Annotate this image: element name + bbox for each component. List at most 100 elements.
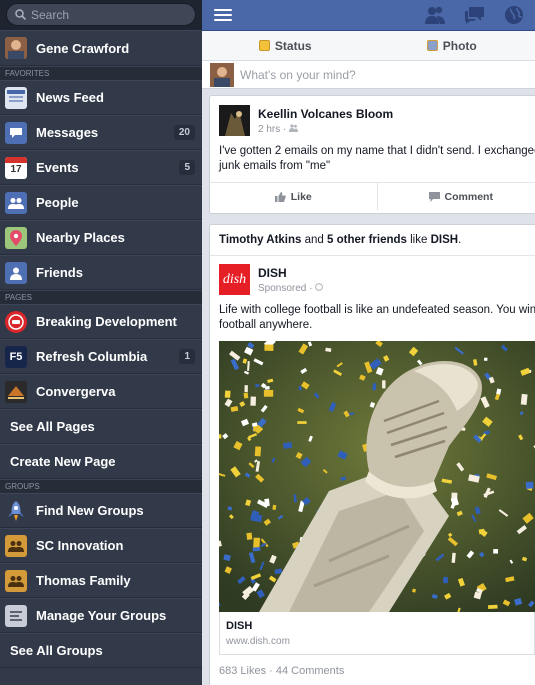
news-feed-icon — [5, 86, 27, 109]
post-photo[interactable] — [219, 341, 535, 612]
avatar — [5, 37, 27, 59]
menu-icon[interactable] — [214, 9, 232, 22]
friend-requests-icon[interactable] — [424, 5, 446, 25]
post-text: I've gotten 2 emails on my name that I d… — [219, 145, 535, 172]
see-all-pages-link[interactable]: See All Pages — [0, 409, 202, 444]
sidebar-item-label: Nearby Places — [36, 230, 125, 245]
map-pin-icon — [5, 226, 27, 249]
pages-header: PAGES — [0, 290, 202, 304]
post-author[interactable]: DISH — [258, 266, 323, 280]
confetti-sneaker-photo — [219, 341, 535, 612]
sidebar-item-people[interactable]: People — [0, 185, 202, 220]
dish-logo[interactable]: dish — [219, 264, 250, 295]
sidebar-item-label: Friends — [36, 265, 83, 280]
group-icon — [5, 534, 27, 557]
link-title: DISH — [226, 620, 253, 632]
composer-placeholder: What's on your mind? — [240, 67, 356, 82]
sidebar: Search Gene Crawford FAVORITES News Feed… — [0, 0, 202, 685]
refresh-columbia-logo: F5 — [5, 345, 27, 368]
sidebar-item-label: Events — [36, 160, 79, 175]
sidebar-item-label: See All Groups — [10, 643, 103, 658]
post-header: dish DISH Sponsored · — [210, 256, 535, 295]
post-timestamp: 2 hrs · — [258, 124, 393, 135]
link-url: www.dish.com — [226, 636, 290, 647]
groups-header: GROUPS — [0, 479, 202, 493]
friend-name-link[interactable]: Timothy Atkins — [219, 234, 301, 246]
profile-item[interactable]: Gene Crawford — [0, 30, 202, 66]
composer-tabs: Status Photo — [202, 31, 535, 61]
sidebar-item-nearby-places[interactable]: Nearby Places — [0, 220, 202, 255]
sidebar-item-label: SC Innovation — [36, 538, 124, 553]
sidebar-item-label: News Feed — [36, 90, 104, 105]
tab-status-label: Status — [274, 38, 312, 53]
tab-photo-label: Photo — [442, 38, 477, 53]
link-preview[interactable]: DISH www.dish.com — [219, 612, 535, 655]
sidebar-item-sc-innovation[interactable]: SC Innovation — [0, 528, 202, 563]
sponsored-label: Sponsored · — [258, 283, 324, 294]
post-card: Timothy Atkins and 5 other friends like … — [209, 224, 535, 685]
other-friends-link[interactable]: 5 other friends — [327, 234, 407, 246]
sidebar-item-friends[interactable]: Friends — [0, 255, 202, 290]
sidebar-item-breaking-development[interactable]: Breaking Development — [0, 304, 202, 339]
like-button[interactable]: Like — [210, 183, 378, 210]
post-author[interactable]: Keellin Volcanes Bloom — [258, 107, 393, 121]
breaking-development-logo — [5, 310, 27, 333]
messages-badge: 20 — [173, 125, 195, 140]
people-icon — [5, 191, 27, 214]
thumbs-up-icon — [274, 191, 286, 202]
comment-icon — [428, 191, 440, 202]
search-icon — [15, 9, 26, 20]
sidebar-item-convergerva[interactable]: Convergerva — [0, 374, 202, 409]
photo-icon — [426, 40, 438, 51]
sidebar-item-label: Manage Your Groups — [36, 608, 167, 623]
messages-icon — [5, 121, 27, 144]
group-icon — [5, 569, 27, 592]
post-header: Keellin Volcanes Bloom 2 hrs · — [210, 96, 535, 136]
sidebar-item-label: Refresh Columbia — [36, 349, 148, 364]
news-feed: Status Photo What's on your mind? Keelli… — [202, 31, 535, 685]
sidebar-item-manage-groups[interactable]: Manage Your Groups — [0, 598, 202, 633]
sidebar-item-events[interactable]: 17 Events 5 — [0, 150, 202, 185]
avatar — [210, 62, 234, 87]
messages-icon[interactable] — [464, 5, 486, 25]
page-link[interactable]: DISH — [431, 234, 458, 246]
calendar-icon: 17 — [5, 156, 27, 179]
author-avatar[interactable] — [219, 105, 250, 136]
sidebar-item-news-feed[interactable]: News Feed — [0, 80, 202, 115]
friends-audience-icon — [289, 124, 299, 132]
convergerva-logo — [5, 380, 27, 403]
manage-groups-icon — [5, 604, 27, 627]
sidebar-item-label: Messages — [36, 125, 99, 140]
post-actions: Like Comment — [210, 182, 535, 210]
sidebar-item-thomas-family[interactable]: Thomas Family — [0, 563, 202, 598]
friends-icon — [5, 261, 27, 284]
search-placeholder: Search — [31, 7, 70, 22]
tab-photo[interactable]: Photo — [369, 31, 535, 60]
see-all-groups-link[interactable]: See All Groups — [0, 633, 202, 668]
sidebar-item-label: Find New Groups — [36, 503, 144, 518]
sidebar-item-label: See All Pages — [10, 419, 95, 434]
notifications-globe-icon[interactable] — [504, 5, 524, 25]
post-card: Keellin Volcanes Bloom 2 hrs · I've gott… — [209, 95, 535, 214]
post-stats[interactable]: 683 Likes · 44 Comments — [210, 655, 535, 685]
calendar-date: 17 — [10, 163, 22, 175]
rocket-icon — [5, 500, 27, 522]
comment-button[interactable]: Comment — [378, 183, 535, 210]
events-badge: 5 — [179, 160, 195, 175]
search-bar: Search — [0, 0, 202, 30]
post-text: Life with college football is like an un… — [219, 304, 535, 331]
social-context: Timothy Atkins and 5 other friends like … — [210, 225, 535, 256]
sidebar-item-refresh-columbia[interactable]: F5 Refresh Columbia 1 — [0, 339, 202, 374]
sidebar-item-label: Thomas Family — [36, 573, 131, 588]
sidebar-item-label: People — [36, 195, 79, 210]
create-new-page-link[interactable]: Create New Page — [0, 444, 202, 479]
sidebar-item-messages[interactable]: Messages 20 — [0, 115, 202, 150]
search-input[interactable]: Search — [6, 3, 196, 26]
tab-status[interactable]: Status — [202, 31, 369, 60]
sidebar-item-label: Breaking Development — [36, 314, 177, 329]
sidebar-item-label: Convergerva — [36, 384, 116, 399]
public-globe-icon — [315, 283, 324, 291]
sidebar-item-find-new-groups[interactable]: Find New Groups — [0, 493, 202, 528]
refresh-columbia-badge: 1 — [179, 349, 195, 364]
status-composer-input[interactable]: What's on your mind? — [202, 61, 535, 89]
